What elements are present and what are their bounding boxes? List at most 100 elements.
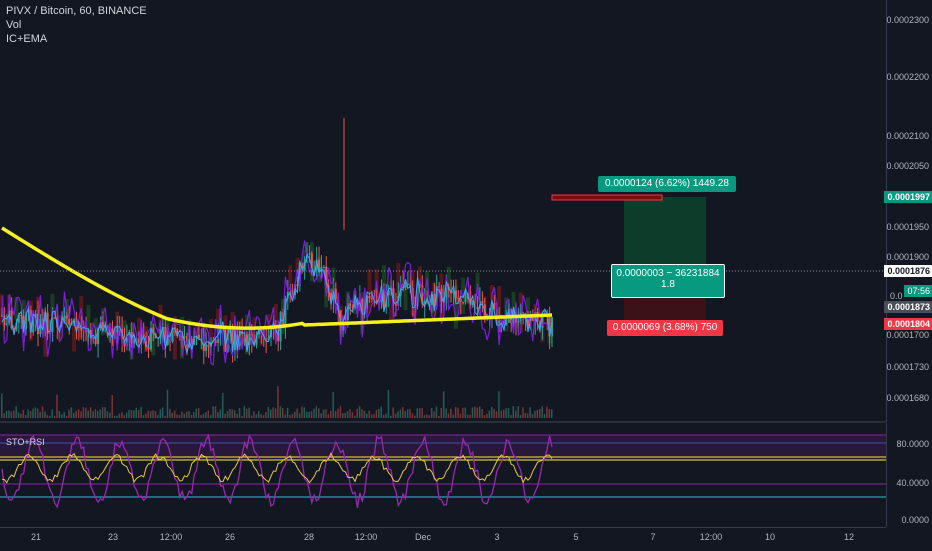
position-mid-label: 0.0000003 ~ 36231884 [616, 268, 720, 279]
volume-bar [109, 412, 111, 418]
volume-bar [418, 408, 421, 418]
time-tick: 26 [224, 532, 236, 542]
volume-bar [25, 415, 27, 418]
stop-label[interactable]: 0.0000069 (3.68%) 750 [607, 320, 723, 336]
volume-bar [534, 410, 536, 418]
volume-bar [397, 411, 399, 418]
volume-bar [459, 413, 462, 418]
volume-bar [61, 414, 63, 418]
volume-bar [318, 408, 320, 418]
volume-bar [87, 410, 89, 418]
candle-body [101, 321, 104, 327]
volume-bar [500, 410, 503, 418]
cloud-segment [475, 272, 480, 296]
candle-body [481, 301, 484, 305]
rsi-tick: 80.0000 [896, 439, 929, 449]
volume-bar [99, 409, 101, 418]
candle-body [183, 336, 186, 338]
volume-bar [354, 415, 356, 418]
volume-bar [366, 413, 368, 418]
volume-bar [313, 408, 315, 418]
target-price-tag: 0.0001997 [884, 191, 932, 203]
volume-bar [111, 394, 113, 418]
price-tick: 0.0001680 [886, 393, 929, 403]
time-axis[interactable]: 21 23 12:00 26 28 12:00 Dec 3 5 7 12:00 … [0, 527, 886, 551]
volume-bar [164, 415, 166, 418]
volume-bar [39, 412, 41, 418]
candle-body [68, 318, 71, 325]
price-tick-partial: 0.0 [890, 291, 903, 301]
volume-bar [80, 411, 82, 418]
volume-bar [368, 410, 370, 418]
volume-bar [310, 410, 313, 418]
volume-bar [512, 406, 515, 418]
volume-bar [507, 408, 510, 418]
volume-bar [404, 410, 406, 418]
price-tick: 0.0002100 [886, 131, 929, 141]
volume-bar [85, 407, 87, 418]
volume-bar [471, 407, 474, 418]
volume-bar [121, 412, 123, 418]
price-tick-partial: 0.0001700 [886, 330, 929, 340]
volume-bar [217, 412, 219, 418]
volume-bar [231, 409, 234, 418]
time-tick: 23 [107, 532, 119, 542]
time-tick: 12 [843, 532, 855, 542]
volume-bar [171, 412, 174, 418]
volume-bar [200, 415, 202, 418]
volume-bar [546, 406, 548, 418]
candle-body [498, 320, 501, 324]
price-axis[interactable]: 0.0002300 0.0002200 0.0002100 0.0002050 … [884, 0, 932, 422]
sto-rsi-pane[interactable] [0, 423, 886, 527]
rsi-axis[interactable]: 80.0000 40.0000 0.0000 [886, 423, 932, 527]
sto-rsi-title[interactable]: STO+RSI [6, 437, 45, 447]
volume-bar [373, 414, 375, 418]
volume-bar [409, 408, 411, 418]
volume-bar [466, 414, 469, 418]
volume-bar [49, 415, 51, 418]
purple-line [1, 240, 553, 366]
volume-bar [337, 408, 339, 418]
volume-bar [267, 406, 270, 418]
volume-bar [181, 411, 183, 418]
volume-bar [495, 411, 498, 418]
volume-bar [320, 413, 322, 418]
target-label[interactable]: 0.0000124 (6.62%) 1449.28 [598, 176, 736, 192]
current-price-tag: 0.0001876 [884, 265, 932, 277]
volume-bar [13, 410, 15, 418]
candle-body [200, 338, 203, 340]
time-tick: Dec [414, 532, 432, 542]
volume-bar [221, 393, 224, 418]
volume-bar [10, 411, 13, 418]
volume-bar [183, 413, 186, 418]
volume-bar [245, 408, 248, 418]
volume-bar [315, 406, 318, 418]
bar-countdown-tag: 07:56 [904, 285, 932, 297]
volume-bar [358, 406, 361, 418]
volume-bar [481, 409, 483, 418]
volume-bar [457, 407, 459, 418]
volume-bar [51, 409, 53, 418]
price-chart[interactable] [0, 0, 886, 421]
rsi-tick: 40.0000 [896, 478, 929, 488]
candle-body [476, 306, 479, 310]
volume-bar [378, 409, 380, 418]
volume-bar [250, 415, 253, 418]
volume-bar [416, 408, 419, 418]
target-zone-line [551, 194, 663, 201]
volume-bar [543, 414, 546, 418]
volume-bar [92, 411, 94, 418]
volume-bar [58, 411, 61, 418]
volume-bar [325, 409, 327, 418]
volume-bar [493, 408, 495, 418]
volume-bar [274, 408, 277, 418]
volume-bar [63, 411, 65, 418]
volume-bar [392, 407, 394, 418]
volume-bar [322, 409, 325, 418]
volume-bar [113, 415, 116, 418]
position-info-box[interactable]: 0.0000003 ~ 36231884 1.8 [611, 264, 725, 298]
volume-bar [193, 412, 195, 418]
rsi-tick: 0.0000 [901, 515, 929, 525]
volume-bar [423, 415, 426, 418]
volume-bar [188, 411, 190, 418]
